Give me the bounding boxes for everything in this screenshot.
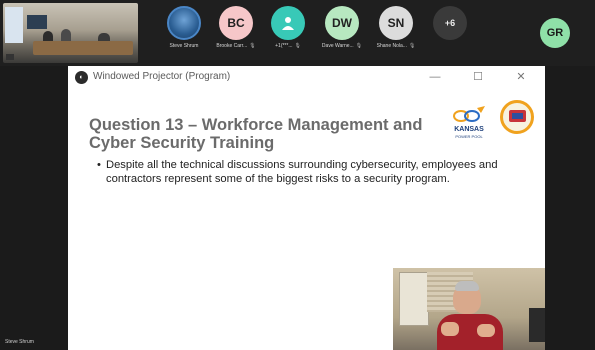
participant-strip: Steve Shrum BC Brooke Carr... 🎙 +1(***...…	[0, 0, 595, 66]
self-avatar[interactable]: GR	[540, 18, 570, 48]
speaker-hair	[455, 281, 479, 291]
mic-muted-icon: 🎙	[249, 43, 256, 49]
logo-text: KANSAS POWER POOL	[454, 126, 484, 139]
window-title: Windowed Projector (Program)	[93, 71, 231, 82]
slide-title: Question 13 – Workforce Management and C…	[89, 116, 423, 152]
participant-dave[interactable]: DW Dave Warne... 🎙	[320, 6, 364, 49]
minimize-button[interactable]: —	[424, 69, 446, 85]
participant-phone[interactable]: +1(***... 🎙	[266, 6, 310, 49]
participant-shane[interactable]: SN Shane Nola... 🎙	[374, 6, 418, 49]
participant-name: Shane Nola... 🎙	[376, 43, 416, 49]
person-icon	[271, 6, 305, 40]
room-screen	[27, 15, 47, 29]
obs-icon: ◐	[75, 71, 88, 84]
avatar: BC	[219, 6, 253, 40]
room-tile-label	[6, 54, 14, 60]
more-participants-button[interactable]: +6	[428, 6, 472, 40]
avatar: DW	[325, 6, 359, 40]
window-titlebar[interactable]: ◐ Windowed Projector (Program) — ☐ ✕	[68, 66, 545, 88]
mic-muted-icon: 🎙	[355, 43, 363, 49]
badge-logo-icon	[500, 100, 534, 134]
participant-name: Brooke Carr... 🎙	[216, 43, 256, 49]
participant-steve[interactable]: Steve Shrum	[162, 6, 206, 49]
speaker-hand	[441, 322, 459, 336]
slide-bullet: • Despite all the technical discussions …	[97, 159, 498, 185]
participant-brooke[interactable]: BC Brooke Carr... 🎙	[214, 6, 258, 49]
room-table	[33, 41, 133, 55]
avatar: SN	[379, 6, 413, 40]
maximize-button[interactable]: ☐	[467, 69, 489, 85]
participant-name: Dave Warne... 🎙	[321, 43, 363, 49]
badge-shape	[512, 113, 523, 119]
speaker-name-label: Steve Shrum	[5, 339, 34, 345]
room-camera-tile[interactable]	[3, 3, 138, 63]
video-monitor	[529, 308, 545, 342]
mic-muted-icon: 🎙	[408, 43, 416, 49]
speaker-hand	[477, 324, 495, 337]
close-button[interactable]: ✕	[510, 69, 532, 85]
bullet-icon: •	[97, 159, 101, 171]
speaker-video[interactable]	[393, 268, 545, 350]
avatar	[167, 6, 201, 40]
participant-name: +1(***... 🎙	[275, 43, 301, 49]
overflow-count: +6	[433, 6, 467, 40]
video-window	[399, 272, 429, 326]
participant-name: Steve Shrum	[169, 43, 199, 49]
room-window	[5, 7, 23, 43]
mic-muted-icon: 🎙	[294, 43, 301, 49]
